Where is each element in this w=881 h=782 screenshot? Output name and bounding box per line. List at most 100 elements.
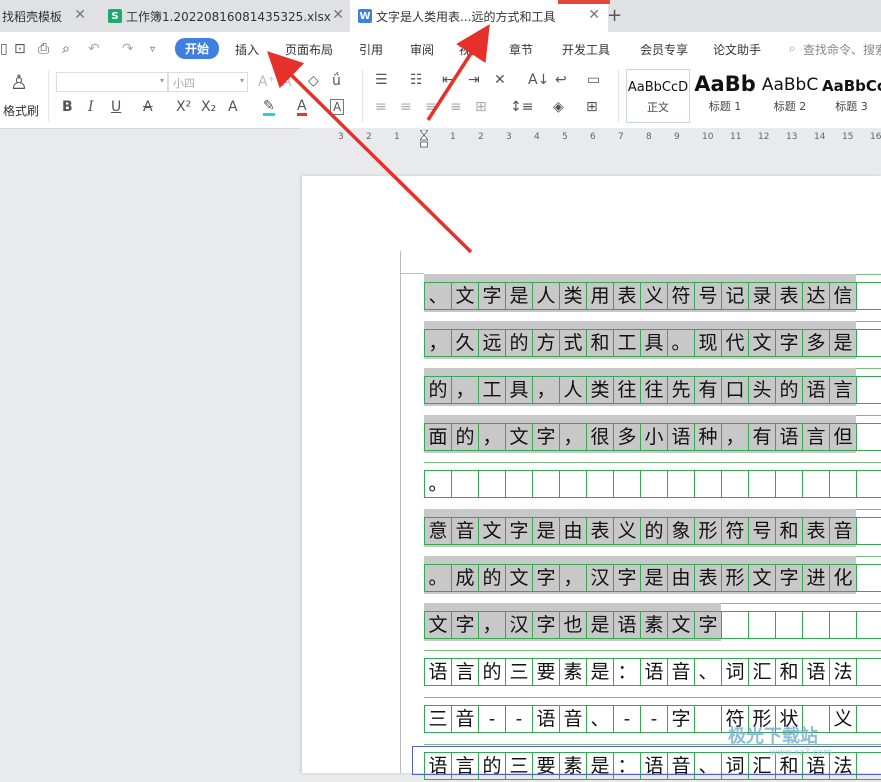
align-center-icon[interactable]: ≡	[400, 99, 412, 115]
menu-insert[interactable]: 插入	[235, 41, 259, 58]
ruler-tick: 10	[702, 132, 714, 142]
tab-template[interactable]: 找稻壳模板 ✕	[0, 0, 94, 32]
character-cell: 象	[667, 517, 694, 545]
align-left-icon[interactable]: ≡	[375, 99, 387, 115]
margin-guide	[400, 251, 401, 773]
print-preview-icon[interactable]: ⌕	[62, 41, 70, 57]
clear-format-icon[interactable]: ◇	[308, 73, 319, 89]
menu-page-layout[interactable]: 页面布局	[285, 41, 333, 58]
document-line[interactable]: 面的，文字，很多小语种，有语言但	[424, 415, 881, 453]
undo-icon[interactable]: ↶	[88, 41, 100, 57]
char-border-icon[interactable]: A	[330, 99, 345, 115]
folder-icon[interactable]: ▯	[0, 41, 8, 57]
character-cell: ，	[559, 423, 586, 451]
search-commands[interactable]: 查找命令、搜索	[803, 41, 881, 58]
strikethrough-icon[interactable]: A	[143, 99, 153, 115]
character-cell: 有	[748, 423, 775, 451]
bold-icon[interactable]: B	[62, 99, 73, 115]
indent-marker-icon[interactable]	[420, 130, 428, 150]
close-icon[interactable]: ✕	[74, 8, 86, 22]
character-cell: 的	[505, 329, 532, 357]
sort-icon[interactable]: A↓	[528, 72, 549, 88]
bullet-list-icon[interactable]: ☰	[375, 72, 388, 88]
character-cell: 人	[532, 282, 559, 310]
character-cell: 由	[559, 517, 586, 545]
text-grid[interactable]: 、文字是人类用表义符号记录表达信，久远的方式和工具。现代文字多是的，工具，人类往…	[424, 274, 881, 780]
character-cell: -	[478, 705, 505, 733]
character-cell	[505, 470, 532, 498]
font-size-select[interactable]: 小四 ▾	[168, 72, 248, 92]
superscript-icon[interactable]: X²	[176, 99, 191, 115]
underline-icon[interactable]: U	[111, 99, 121, 115]
show-marks-icon[interactable]: ↩	[555, 72, 567, 88]
pinyin-icon[interactable]: ǘ	[332, 73, 341, 89]
grow-font-icon[interactable]: A⁺	[258, 74, 275, 90]
character-cell: 的	[424, 376, 451, 404]
document-line[interactable]: 。	[424, 462, 881, 500]
character-cell	[856, 423, 881, 451]
chinese-layout-icon[interactable]: ✕	[494, 72, 506, 88]
text-effect-icon[interactable]: A	[228, 99, 238, 115]
tab-bar: 找稻壳模板 ✕ S 工作簿1.20220816081435325.xlsx ✕ …	[0, 0, 881, 32]
search-icon[interactable]: ⌕	[789, 41, 796, 56]
character-cell: 表	[613, 282, 640, 310]
menu-review[interactable]: 审阅	[410, 41, 434, 58]
format-painter-label[interactable]: 格式刷	[3, 102, 39, 119]
more-icon[interactable]: ▿	[150, 44, 155, 55]
shading-icon[interactable]: ◈	[553, 99, 564, 115]
character-cell	[856, 517, 881, 545]
character-cell	[856, 611, 881, 639]
character-cell: 符	[721, 517, 748, 545]
style-heading-2[interactable]: AaBbC 标题 2	[758, 69, 822, 123]
tab-document[interactable]: W 文字是人类用表...远的方式和工具 ✕	[350, 0, 608, 32]
document-line[interactable]: 的，工具，人类往往先有口头的语言	[424, 368, 881, 406]
document-page[interactable]: 、文字是人类用表义符号记录表达信，久远的方式和工具。现代文字多是的，工具，人类往…	[302, 176, 881, 780]
increase-indent-icon[interactable]: ⇥	[468, 72, 480, 88]
tab-workbook[interactable]: S 工作簿1.20220816081435325.xlsx ✕	[100, 0, 352, 32]
highlight-color-icon[interactable]: ✎	[263, 99, 275, 116]
document-line[interactable]: ，久远的方式和工具。现代文字多是	[424, 321, 881, 359]
character-cell: 头	[748, 376, 775, 404]
decrease-indent-icon[interactable]: ⇤	[442, 72, 454, 88]
character-cell: 音	[667, 658, 694, 686]
menu-references[interactable]: 引用	[359, 41, 383, 58]
format-painter-icon[interactable]: ♙	[10, 70, 28, 94]
print-icon[interactable]: ⎙	[38, 41, 49, 57]
subscript-icon[interactable]: X₂	[201, 99, 216, 115]
line-spacing-icon[interactable]: ↕≡	[510, 99, 533, 115]
redo-icon[interactable]: ↷	[122, 41, 134, 57]
character-cell: 义	[640, 282, 667, 310]
menu-view[interactable]: 视图	[459, 41, 483, 58]
document-line[interactable]: 语言的三要素是：语音、词汇和语法	[424, 650, 881, 688]
style-heading-3[interactable]: AaBbCc 标题 3	[822, 69, 881, 123]
distribute-icon[interactable]: ⊞	[475, 99, 487, 115]
borders-icon[interactable]: ⊞	[586, 99, 598, 115]
ruler-toggle-icon[interactable]: ▭	[587, 72, 600, 88]
justify-icon[interactable]: ≡	[450, 99, 462, 115]
style-normal[interactable]: AaBbCcD 正文	[626, 69, 690, 123]
character-cell: 音	[829, 517, 856, 545]
horizontal-ruler[interactable]: 3 2 1 1 2 3 4 5 6 7 8 9 10 11 12 13 14 15 16	[300, 128, 881, 150]
italic-icon[interactable]: I	[88, 99, 94, 115]
menu-thesis[interactable]: 论文助手	[713, 41, 761, 58]
character-cell: 的	[478, 658, 505, 686]
menu-home[interactable]: 开始	[175, 38, 220, 59]
document-line[interactable]: 。成的文字，汉字是由表形文字进化	[424, 556, 881, 594]
font-color-icon[interactable]: A	[297, 99, 307, 116]
close-icon[interactable]: ✕	[588, 8, 600, 22]
save-icon[interactable]: ⊡	[14, 41, 26, 57]
numbered-list-icon[interactable]: ☷	[410, 72, 423, 88]
document-line[interactable]: 意音文字是由表义的象形符号和表音	[424, 509, 881, 547]
menu-member[interactable]: 会员专享	[640, 41, 688, 58]
new-tab-button[interactable]: +	[607, 5, 622, 26]
close-icon[interactable]: ✕	[332, 8, 344, 22]
shrink-font-icon[interactable]: A⁻	[282, 74, 299, 90]
align-right-icon[interactable]: ≡	[425, 99, 437, 115]
document-line[interactable]: 文字，汉字也是语素文字	[424, 603, 881, 641]
character-cell: 和	[775, 658, 802, 686]
font-name-select[interactable]: ▾	[56, 72, 168, 92]
document-line[interactable]: 、文字是人类用表义符号记录表达信	[424, 274, 881, 312]
style-heading-1[interactable]: AaBb 标题 1	[693, 69, 757, 123]
menu-developer[interactable]: 开发工具	[562, 41, 610, 58]
menu-chapter[interactable]: 章节	[509, 41, 533, 58]
